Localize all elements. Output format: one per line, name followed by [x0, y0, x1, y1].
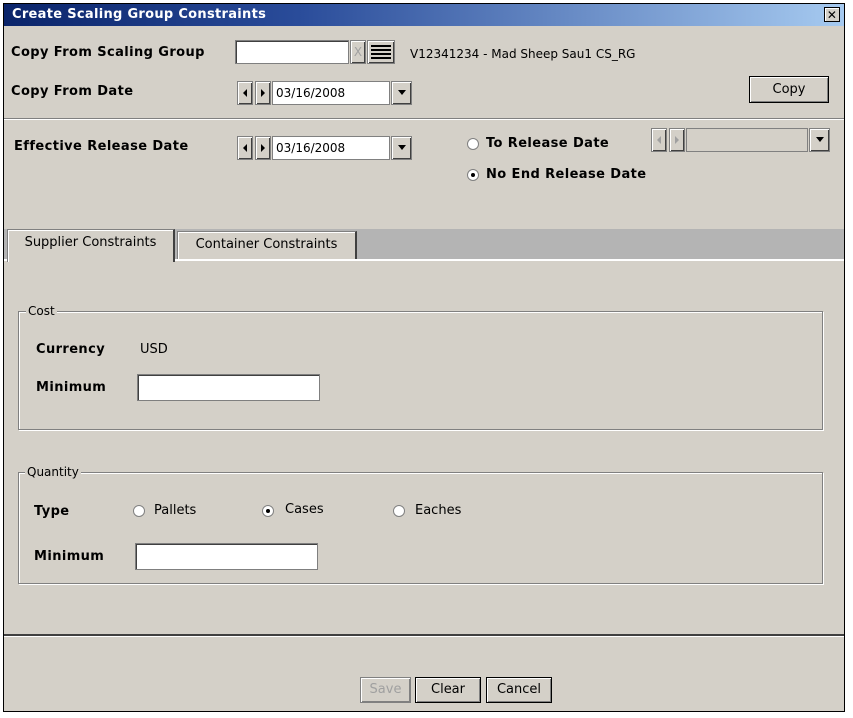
left-arrow-icon: [243, 89, 247, 97]
effective-date-next-button[interactable]: [255, 136, 271, 160]
cost-minimum-input[interactable]: [137, 374, 320, 401]
right-arrow-icon: [675, 136, 679, 144]
cases-label: Cases: [285, 502, 324, 517]
list-icon: [371, 45, 391, 59]
clear-scaling-group-button[interactable]: X: [350, 40, 366, 64]
quantity-type-label: Type: [34, 504, 70, 519]
copy-from-scaling-group-label: Copy From Scaling Group: [11, 45, 205, 60]
quantity-minimum-input[interactable]: [135, 543, 318, 570]
chevron-down-icon: [397, 145, 406, 150]
scaling-group-name: V12341234 - Mad Sheep Sau1 CS_RG: [410, 47, 636, 61]
cancel-button[interactable]: Cancel: [486, 677, 552, 703]
copy-from-date-field[interactable]: 03/16/2008: [272, 81, 390, 105]
pallets-label: Pallets: [154, 503, 197, 518]
to-release-date-field[interactable]: [686, 128, 808, 152]
window-title: Create Scaling Group Constraints: [12, 7, 267, 22]
pallets-radio[interactable]: [133, 505, 145, 517]
chevron-down-icon: [815, 137, 824, 142]
left-arrow-icon: [657, 136, 661, 144]
close-button[interactable]: ✕: [824, 7, 840, 22]
currency-label: Currency: [36, 342, 106, 357]
scaling-group-input-field[interactable]: [236, 41, 348, 63]
tab-container-constraints[interactable]: Container Constraints: [177, 231, 357, 259]
currency-value: USD: [140, 342, 168, 357]
tab-supplier-constraints[interactable]: Supplier Constraints: [7, 229, 175, 262]
quantity-minimum-label: Minimum: [34, 549, 105, 564]
scaling-group-input[interactable]: [235, 40, 349, 64]
eaches-radio[interactable]: [393, 505, 405, 517]
cost-groupbox: [18, 311, 823, 430]
save-button[interactable]: Save: [360, 677, 411, 703]
copy-date-next-button[interactable]: [255, 81, 271, 105]
no-end-release-date-label: No End Release Date: [486, 167, 647, 182]
clear-icon: X: [353, 45, 363, 59]
to-release-next-button[interactable]: [669, 128, 685, 152]
title-bar[interactable]: Create Scaling Group Constraints ✕: [4, 4, 844, 26]
copy-date-prev-button[interactable]: [237, 81, 253, 105]
to-release-prev-button[interactable]: [651, 128, 667, 152]
copy-date-dropdown-button[interactable]: [391, 81, 412, 105]
section-divider: [4, 118, 844, 120]
chevron-down-icon: [397, 90, 406, 95]
right-arrow-icon: [261, 144, 265, 152]
to-release-date-radio[interactable]: [467, 138, 479, 150]
quantity-minimum-field[interactable]: [136, 544, 317, 569]
close-icon: ✕: [826, 8, 838, 22]
left-arrow-icon: [243, 144, 247, 152]
dialog-window: Create Scaling Group Constraints ✕ Copy …: [3, 3, 845, 712]
footer-divider: [4, 634, 844, 637]
cost-minimum-field[interactable]: [138, 375, 319, 400]
quantity-legend: Quantity: [25, 465, 81, 479]
eaches-label: Eaches: [415, 503, 462, 518]
effective-release-date-field[interactable]: 03/16/2008: [272, 136, 390, 160]
cases-radio[interactable]: [262, 505, 274, 517]
scaling-group-lookup-button[interactable]: [367, 40, 395, 64]
effective-date-dropdown-button[interactable]: [391, 136, 412, 160]
no-end-release-date-radio[interactable]: [467, 169, 479, 181]
effective-release-date-label: Effective Release Date: [14, 139, 189, 154]
copy-button[interactable]: Copy: [749, 76, 829, 103]
cost-minimum-label: Minimum: [36, 380, 107, 395]
effective-date-prev-button[interactable]: [237, 136, 253, 160]
cost-legend: Cost: [26, 304, 57, 318]
to-release-dropdown-button[interactable]: [809, 128, 830, 152]
to-release-date-label: To Release Date: [486, 136, 610, 151]
right-arrow-icon: [261, 89, 265, 97]
tab-strip: Supplier Constraints Container Constrain…: [4, 229, 844, 262]
copy-from-date-label: Copy From Date: [11, 84, 134, 99]
clear-button[interactable]: Clear: [415, 677, 481, 703]
